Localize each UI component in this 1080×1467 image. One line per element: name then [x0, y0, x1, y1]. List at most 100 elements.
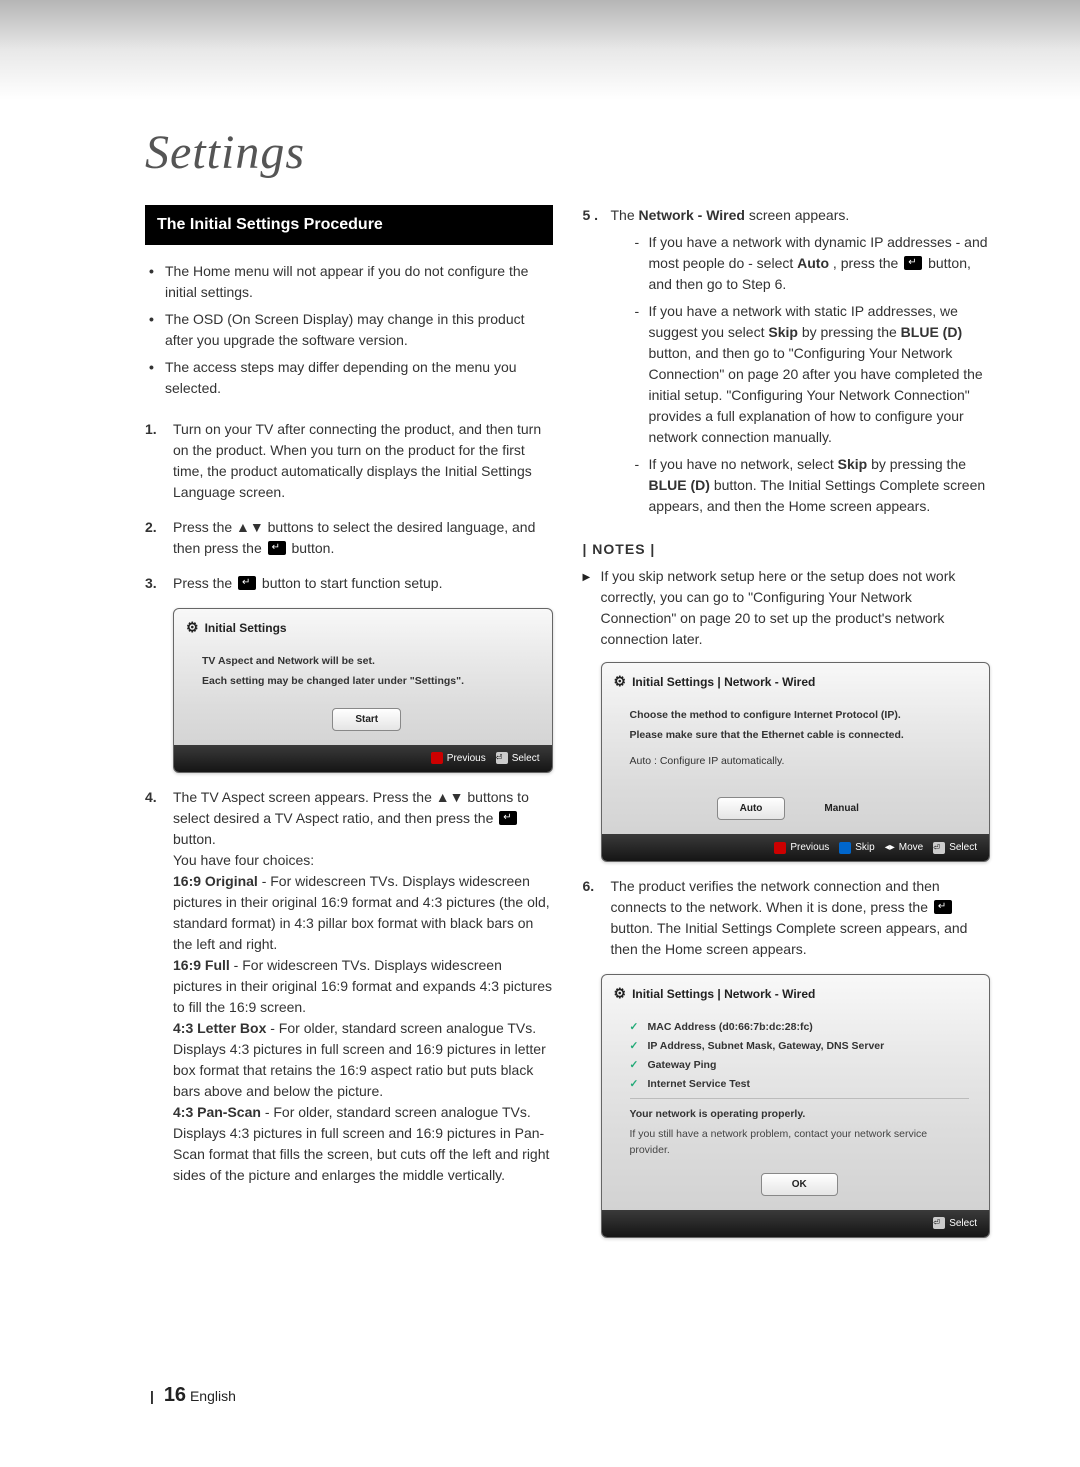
- left-column: The Initial Settings Procedure The Home …: [145, 205, 553, 1252]
- section-title: The Initial Settings Procedure: [145, 205, 553, 245]
- step-text: The TV Aspect screen appears. Press the …: [173, 787, 553, 1186]
- notes-item: If you skip network setup here or the se…: [583, 566, 991, 650]
- footer-select: ⏎Select: [933, 840, 977, 855]
- footer-select: ⏎Select: [933, 1216, 977, 1231]
- network-check-list: MAC Address (d0:66:7b:dc:28:fc) IP Addre…: [630, 1020, 970, 1092]
- red-key-icon: [774, 842, 786, 854]
- enter-key-icon: ⏎: [496, 752, 508, 764]
- step-text: Press the button to start function setup…: [173, 573, 553, 594]
- check-ip: IP Address, Subnet Mask, Gateway, DNS Se…: [630, 1039, 970, 1055]
- step-5-static: If you have a network with static IP add…: [635, 301, 991, 448]
- aspect-option: 16:9 Full: [173, 957, 230, 973]
- step-5-auto: If you have a network with dynamic IP ad…: [635, 232, 991, 295]
- osd-header: ⚙ Initial Settings | Network - Wired: [602, 663, 990, 700]
- osd-title: Initial Settings: [205, 619, 287, 637]
- check-mac: MAC Address (d0:66:7b:dc:28:fc): [630, 1020, 970, 1036]
- step-number: 1.: [145, 419, 163, 503]
- osd-body: Choose the method to configure Internet …: [602, 700, 990, 834]
- aspect-option: 16:9 Original: [173, 873, 258, 889]
- enter-icon: [238, 576, 256, 590]
- divider: [630, 1098, 970, 1099]
- chapter-title: Settings: [145, 125, 1010, 180]
- footer-skip: Skip: [839, 840, 874, 855]
- step-number: 2.: [145, 517, 163, 559]
- step-text: Press the ▲▼ buttons to select the desir…: [173, 517, 553, 559]
- osd-line: Auto : Configure IP automatically.: [630, 754, 970, 770]
- gear-icon: ⚙: [614, 671, 627, 692]
- osd-header: ⚙ Initial Settings: [174, 609, 552, 646]
- step-text: The product verifies the network connect…: [611, 876, 991, 960]
- right-column: 5 . The Network - Wired screen appears. …: [583, 205, 991, 1252]
- enter-icon: [934, 900, 952, 914]
- osd-footer: Previous Skip ◂▸ Move ⏎Select: [602, 834, 990, 861]
- enter-icon: [268, 541, 286, 555]
- osd-line: TV Aspect and Network will be set.: [202, 654, 532, 670]
- steps-right-cont: 6. The product verifies the network conn…: [583, 876, 991, 960]
- osd-network-result: ⚙ Initial Settings | Network - Wired MAC…: [601, 974, 991, 1237]
- pre-note: The OSD (On Screen Display) may change i…: [149, 309, 549, 351]
- enter-key-icon: ⏎: [933, 1217, 945, 1229]
- manual-page: Settings The Initial Settings Procedure …: [0, 0, 1080, 1467]
- page-lang: English: [190, 1388, 236, 1404]
- page-footer: | 16 English: [150, 1384, 236, 1407]
- osd-line: Choose the method to configure Internet …: [630, 708, 970, 724]
- aspect-option: 4:3 Pan-Scan: [173, 1104, 261, 1120]
- manual-button[interactable]: Manual: [801, 797, 881, 820]
- step-6: 6. The product verifies the network conn…: [583, 876, 991, 960]
- osd-title: Initial Settings | Network - Wired: [632, 985, 815, 1003]
- blue-key-icon: [839, 842, 851, 854]
- pre-notes-list: The Home menu will not appear if you do …: [145, 261, 553, 419]
- osd-msg: If you still have a network problem, con…: [630, 1127, 970, 1159]
- header-gradient: [0, 0, 1080, 100]
- two-column-layout: The Initial Settings Procedure The Home …: [145, 205, 990, 1252]
- osd-line: Each setting may be changed later under …: [202, 674, 532, 690]
- red-key-icon: [431, 752, 443, 764]
- step-5-subitems: If you have a network with dynamic IP ad…: [635, 232, 991, 517]
- step-5-no-network: If you have no network, select Skip by p…: [635, 454, 991, 517]
- steps-right: 5 . The Network - Wired screen appears. …: [583, 205, 991, 525]
- step-text: The Network - Wired screen appears. If y…: [611, 205, 991, 525]
- osd-body: MAC Address (d0:66:7b:dc:28:fc) IP Addre…: [602, 1012, 990, 1209]
- osd-button-row: Auto Manual: [630, 783, 970, 820]
- auto-button[interactable]: Auto: [717, 797, 786, 820]
- step-number: 6.: [583, 876, 601, 960]
- pre-note: The Home menu will not appear if you do …: [149, 261, 549, 303]
- steps-left-cont: 4. The TV Aspect screen appears. Press t…: [145, 787, 553, 1186]
- step-3: 3. Press the button to start function se…: [145, 573, 553, 594]
- steps-left: 1. Turn on your TV after connecting the …: [145, 419, 553, 594]
- aspect-option: 4:3 Letter Box: [173, 1020, 266, 1036]
- step-number: 5 .: [583, 205, 601, 525]
- enter-icon: [499, 811, 517, 825]
- step-number: 4.: [145, 787, 163, 1186]
- start-button[interactable]: Start: [332, 708, 401, 731]
- step-text: Turn on your TV after connecting the pro…: [173, 419, 553, 503]
- check-gateway: Gateway Ping: [630, 1058, 970, 1074]
- enter-icon: [904, 256, 922, 270]
- pre-note: The access steps may differ depending on…: [149, 357, 549, 399]
- osd-footer: Previous ⏎Select: [174, 745, 552, 772]
- footer-select: ⏎Select: [496, 751, 540, 766]
- osd-body: TV Aspect and Network will be set. Each …: [174, 646, 552, 745]
- ok-button[interactable]: OK: [761, 1173, 838, 1196]
- gear-icon: ⚙: [186, 617, 199, 638]
- osd-title: Initial Settings | Network - Wired: [632, 673, 815, 691]
- check-internet: Internet Service Test: [630, 1077, 970, 1093]
- step-1: 1. Turn on your TV after connecting the …: [145, 419, 553, 503]
- osd-network-wired: ⚙ Initial Settings | Network - Wired Cho…: [601, 662, 991, 862]
- osd-msg: Your network is operating properly.: [630, 1107, 970, 1123]
- enter-key-icon: ⏎: [933, 842, 945, 854]
- osd-line: Please make sure that the Ethernet cable…: [630, 728, 970, 744]
- osd-header: ⚙ Initial Settings | Network - Wired: [602, 975, 990, 1012]
- step-5: 5 . The Network - Wired screen appears. …: [583, 205, 991, 525]
- footer-bar: |: [150, 1388, 154, 1404]
- step-2: 2. Press the ▲▼ buttons to select the de…: [145, 517, 553, 559]
- osd-footer: ⏎Select: [602, 1210, 990, 1237]
- footer-previous: Previous: [774, 840, 829, 855]
- osd-initial-settings: ⚙ Initial Settings TV Aspect and Network…: [173, 608, 553, 773]
- footer-move: ◂▸ Move: [885, 840, 924, 855]
- page-number: 16: [164, 1384, 186, 1406]
- footer-previous: Previous: [431, 751, 486, 766]
- step-4: 4. The TV Aspect screen appears. Press t…: [145, 787, 553, 1186]
- notes-header: | NOTES |: [583, 539, 991, 560]
- step-number: 3.: [145, 573, 163, 594]
